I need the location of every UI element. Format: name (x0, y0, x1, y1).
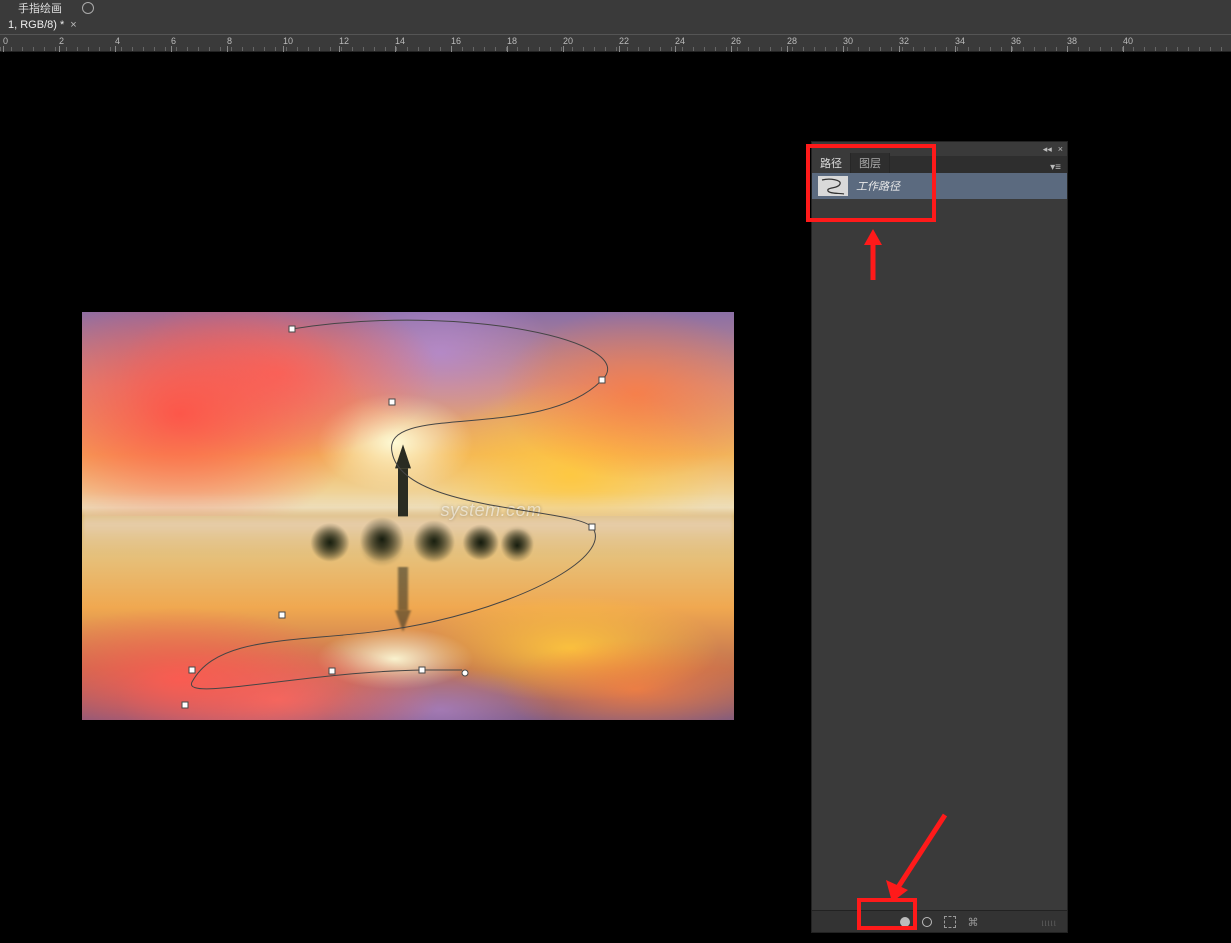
link-icon[interactable]: ⌘ (968, 916, 980, 928)
ruler-tick: 32 (899, 36, 909, 46)
panel-close-icon[interactable]: × (1058, 144, 1063, 154)
ruler-tick: 26 (731, 36, 741, 46)
path-list: 工作路径 (812, 173, 1067, 199)
ruler-tick: 2 (59, 36, 64, 46)
ruler-tick: 4 (115, 36, 120, 46)
panel-collapse-icon[interactable]: ◂◂ (1043, 144, 1052, 155)
finger-painting-toggle[interactable] (82, 2, 94, 14)
panel-menu-icon[interactable]: ▾≡ (1044, 162, 1067, 173)
options-bar: 手指绘画 (0, 0, 1231, 15)
ruler-tick: 0 (3, 36, 8, 46)
close-document-icon[interactable]: × (70, 19, 76, 31)
paths-panel: ◂◂ × 路径 图层 ▾≡ 工作路径 ⌘ ୲୲୲୲୲ (811, 141, 1068, 933)
fill-path-icon[interactable] (900, 917, 910, 927)
ruler-tick: 18 (507, 36, 517, 46)
watermark-text: system.com (441, 500, 542, 521)
ruler-tick: 20 (563, 36, 573, 46)
document-tab[interactable]: 1, RGB/8) * × (0, 15, 85, 34)
path-item-work-path[interactable]: 工作路径 (812, 173, 1067, 199)
ruler-tick: 22 (619, 36, 629, 46)
ruler-minor-ticks (0, 35, 1231, 51)
path-thumbnail (818, 176, 848, 196)
finger-painting-label: 手指绘画 (18, 0, 62, 16)
panel-tabs: 路径 图层 ▾≡ (812, 156, 1067, 173)
path-item-label: 工作路径 (856, 178, 900, 194)
tab-layers[interactable]: 图层 (851, 153, 890, 173)
ruler-tick: 40 (1123, 36, 1133, 46)
horizontal-ruler[interactable]: 0 2 4 6 8 10 12 14 16 18 20 22 24 26 28 … (0, 34, 1231, 52)
ruler-tick: 6 (171, 36, 176, 46)
ruler-tick: 8 (227, 36, 232, 46)
panel-footer: ⌘ ୲୲୲୲୲ (812, 910, 1067, 932)
ruler-tick: 24 (675, 36, 685, 46)
island-reflection (278, 522, 538, 630)
ruler-tick: 38 (1067, 36, 1077, 46)
ruler-tick: 34 (955, 36, 965, 46)
ruler-tick: 30 (843, 36, 853, 46)
ruler-tick: 36 (1011, 36, 1021, 46)
ruler-tick: 10 (283, 36, 293, 46)
ruler-tick: 12 (339, 36, 349, 46)
document-image[interactable]: system.com (82, 312, 734, 720)
panel-resize-handle[interactable]: ୲୲୲୲୲ (1042, 918, 1057, 929)
sunset-scene: system.com (82, 312, 734, 720)
path-to-selection-icon[interactable] (944, 916, 956, 928)
document-tab-label: 1, RGB/8) * (8, 19, 64, 31)
ruler-tick: 14 (395, 36, 405, 46)
panel-body[interactable] (812, 199, 1067, 936)
ruler-tick: 28 (787, 36, 797, 46)
tab-paths[interactable]: 路径 (812, 153, 851, 173)
ruler-tick: 16 (451, 36, 461, 46)
document-tab-bar: 1, RGB/8) * × (0, 15, 1231, 34)
stroke-path-icon[interactable] (922, 917, 932, 927)
